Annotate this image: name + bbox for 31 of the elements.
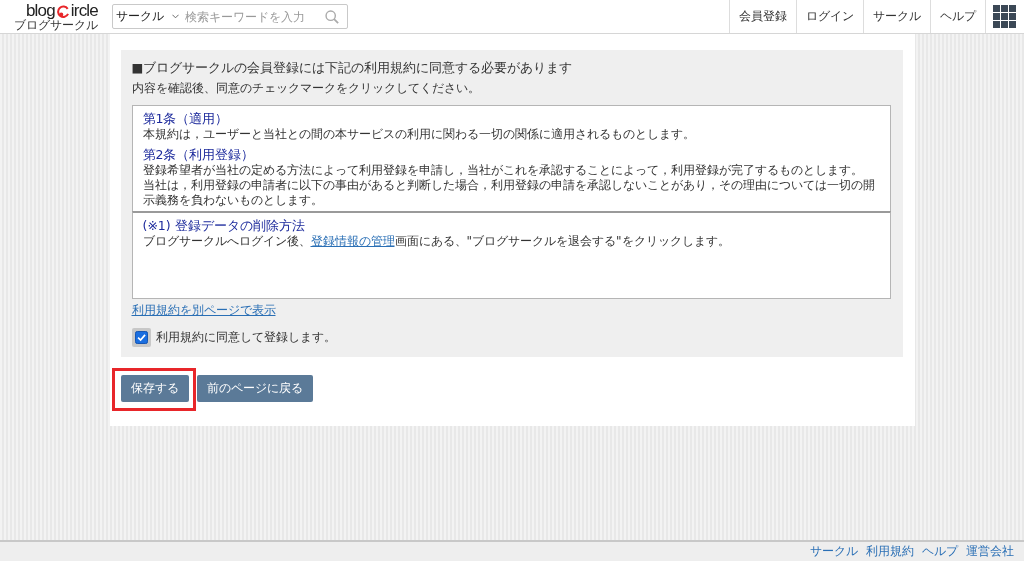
chevron-down-icon [172,14,179,19]
form-button[interactable]: 保存する [120,375,189,402]
nav-link[interactable]: 会員登録 [729,0,796,33]
article-text: 登録希望者が当社の定める方法によって利用登録を申請し，当社がこれを承認することによって，利用登録が完了するものとします。 [142,163,864,178]
form-instruction: 内容を確認後、同意のチェックマークをクリックしてください。 [131,80,481,96]
circle-logo-icon [56,4,70,18]
article-title: 第1条（適用） [142,111,230,127]
article-text: 本規約は，ユーザーと当社との間の本サービスの利用に関わる一切の関係に適用されるものとします。 [142,127,696,142]
article-title: 第2条（利用登録） [142,147,256,163]
logo-text[interactable]: blog [25,1,55,19]
footer-link[interactable]: ヘルプ [922,544,958,559]
footer-link[interactable]: 運営会社 [966,544,1014,559]
search-field[interactable]: 検索キーワードを入力 [185,9,325,24]
form-button[interactable]: 前のページに戻る [196,375,313,402]
account-settings-link[interactable]: 登録情報の管理 [310,234,395,248]
deletion-title: (※1) 登録データの削除方法 [142,218,306,234]
logo-tagline: ブログサークル [14,18,98,32]
form-heading: ■ブログサークルの会員登録には下記の利用規約に同意する必要があります [131,59,574,77]
search-bar[interactable]: サークル 検索キーワードを入力 [112,4,348,29]
article-text: 当社は，利用登録の申請者に以下の事由があると判断した場合，利用登録の申請を承認しないことがあり，その理由については一切の開示義務を負わないものとします。 [142,178,876,208]
category-select[interactable]: サークル [116,8,179,25]
footer-link[interactable]: 利用規約 [866,544,914,559]
deletion-instructions: ブログサークルへログイン後、登録情報の管理画面にある、"ブログサークルを退会する"をクリックします。 [142,234,731,249]
nav-link[interactable]: ログイン [796,0,863,33]
grid-icon [993,5,1016,28]
logo-text[interactable]: ircle [70,1,98,19]
footer-link[interactable]: サークル [810,544,858,559]
agree-checkbox[interactable] [131,328,151,347]
terms-page-link[interactable]: 利用規約を別ページで表示 [131,303,276,318]
agree-label: 利用規約に同意して登録します。 [155,329,336,346]
nav-link[interactable]: サークル [863,0,930,33]
